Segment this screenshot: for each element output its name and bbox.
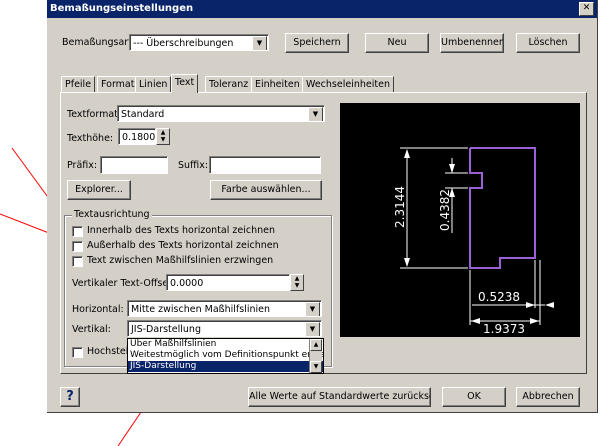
checkbox-outside-label: Außerhalb des Texts horizontal zeichnen xyxy=(87,240,279,251)
alignment-group-title: Textausrichtung xyxy=(72,209,152,220)
offset-spinner[interactable]: ▲ ▼ xyxy=(290,274,304,291)
prefix-input[interactable] xyxy=(100,156,168,174)
scroll-up-icon[interactable]: ▲ xyxy=(310,339,322,351)
close-icon[interactable]: ✕ xyxy=(579,2,594,16)
choose-color-button[interactable]: Farbe auswählen... xyxy=(210,180,322,200)
chevron-down-icon[interactable]: ▼ xyxy=(305,322,320,336)
list-item[interactable]: Weitestmöglich vom Definitionspunkt entf… xyxy=(128,350,323,361)
tab-units[interactable]: Einheiten xyxy=(251,76,304,93)
style-select-value: --- Überschreibungen xyxy=(133,38,234,49)
tab-tolerance[interactable]: Toleranz xyxy=(205,76,253,93)
arrowhead xyxy=(530,318,539,324)
arrowhead xyxy=(449,164,455,173)
new-button[interactable]: Neu xyxy=(365,33,429,53)
checkbox-force-text[interactable] xyxy=(72,256,83,267)
chevron-down-icon[interactable]: ▼ xyxy=(308,107,323,121)
dim-text-horizontal-1: 0.5238 xyxy=(478,290,520,304)
format-label: Textformat: xyxy=(67,109,122,120)
list-item-selected[interactable]: JIS-Darstellung xyxy=(128,361,323,372)
title-bar: Bemaßungseinstellungen ✕ xyxy=(47,0,597,18)
cancel-button[interactable]: Abbrechen xyxy=(516,387,580,407)
height-input[interactable]: 0.1800 xyxy=(118,128,156,145)
save-button[interactable]: Speichern xyxy=(285,33,349,53)
vertical-label: Vertikal: xyxy=(72,324,111,335)
format-select-value: Standard xyxy=(121,109,165,120)
chevron-down-icon[interactable]: ▼ xyxy=(252,36,267,50)
prefix-label: Präfix: xyxy=(67,160,98,171)
arrowhead xyxy=(526,302,535,308)
ok-button[interactable]: OK xyxy=(442,387,506,407)
tab-format[interactable]: Format xyxy=(97,76,139,93)
height-label: Texthöhe: xyxy=(67,133,114,144)
horizontal-select[interactable]: Mitte zwischen Maßhilfslinien ▼ xyxy=(127,300,322,317)
tab-text[interactable]: Text xyxy=(171,74,199,93)
format-select[interactable]: Standard ▼ xyxy=(117,105,325,122)
explorer-button[interactable]: Explorer... xyxy=(67,180,131,200)
dim-text-vertical-2: 0.4382 xyxy=(438,189,452,231)
help-button[interactable]: ? xyxy=(60,387,80,407)
chevron-down-icon[interactable]: ▼ xyxy=(305,302,320,316)
horizontal-label: Horizontal: xyxy=(72,304,124,315)
horizontal-select-value: Mitte zwischen Maßhilfslinien xyxy=(131,304,271,315)
style-select[interactable]: --- Überschreibungen ▼ xyxy=(129,34,269,51)
list-item[interactable]: Über Maßhilfslinien xyxy=(128,339,323,350)
window-title: Bemaßungseinstellungen xyxy=(50,3,194,14)
arrowhead xyxy=(471,318,480,324)
offset-input[interactable]: 0.0000 xyxy=(166,274,290,291)
style-label: Bemaßungsart: xyxy=(62,37,136,48)
checkbox-inside-label: Innerhalb des Texts horizontal zeichnen xyxy=(87,225,275,236)
arrowhead xyxy=(545,302,554,308)
part-outline xyxy=(469,147,536,269)
dimension-preview: 2.3144 0.4382 0.5238 1.9373 xyxy=(340,103,580,337)
vertical-dropdown-list[interactable]: Über Maßhilfslinien Weitestmöglich vom D… xyxy=(127,338,324,374)
checkbox-superscript-label: Hochstell xyxy=(87,346,131,357)
scroll-down-icon[interactable]: ▼ xyxy=(310,361,322,373)
suffix-label: Suffix: xyxy=(178,160,209,171)
checkbox-force-label: Text zwischen Maßhilfslinien erzwingen xyxy=(87,255,274,266)
dimension-settings-dialog: Bemaßungseinstellungen ✕ Bemaßungsart: -… xyxy=(47,0,598,413)
tab-arrows[interactable]: Pfeile xyxy=(61,76,96,93)
vertical-select[interactable]: JIS-Darstellung ▼ xyxy=(127,320,322,337)
delete-button[interactable]: Löschen xyxy=(516,33,580,53)
dropdown-scrollbar[interactable]: ▲ ▼ xyxy=(309,339,322,373)
offset-label: Vertikaler Text-Offset: xyxy=(72,278,176,289)
rename-button[interactable]: Umbenennen xyxy=(440,33,504,53)
tab-lines[interactable]: Linien xyxy=(135,76,172,93)
dim-text-vertical-1: 2.3144 xyxy=(393,186,407,228)
arrowhead xyxy=(404,149,410,158)
preview-drawing: 2.3144 0.4382 0.5238 1.9373 xyxy=(393,147,554,336)
height-spinner[interactable]: ▲ ▼ xyxy=(156,128,170,145)
dim-text-horizontal-2: 1.9373 xyxy=(483,322,525,336)
tab-alt-units[interactable]: Wechseleinheiten xyxy=(302,76,394,93)
vertical-select-value: JIS-Darstellung xyxy=(131,324,201,335)
reset-defaults-button[interactable]: Alle Werte auf Standardwerte zurücksetze… xyxy=(248,387,431,407)
checkbox-inside-horizontal[interactable] xyxy=(72,226,83,237)
checkbox-superscript[interactable] xyxy=(72,347,83,358)
suffix-input[interactable] xyxy=(209,156,321,174)
checkbox-outside-horizontal[interactable] xyxy=(72,241,83,252)
arrowhead xyxy=(404,258,410,267)
